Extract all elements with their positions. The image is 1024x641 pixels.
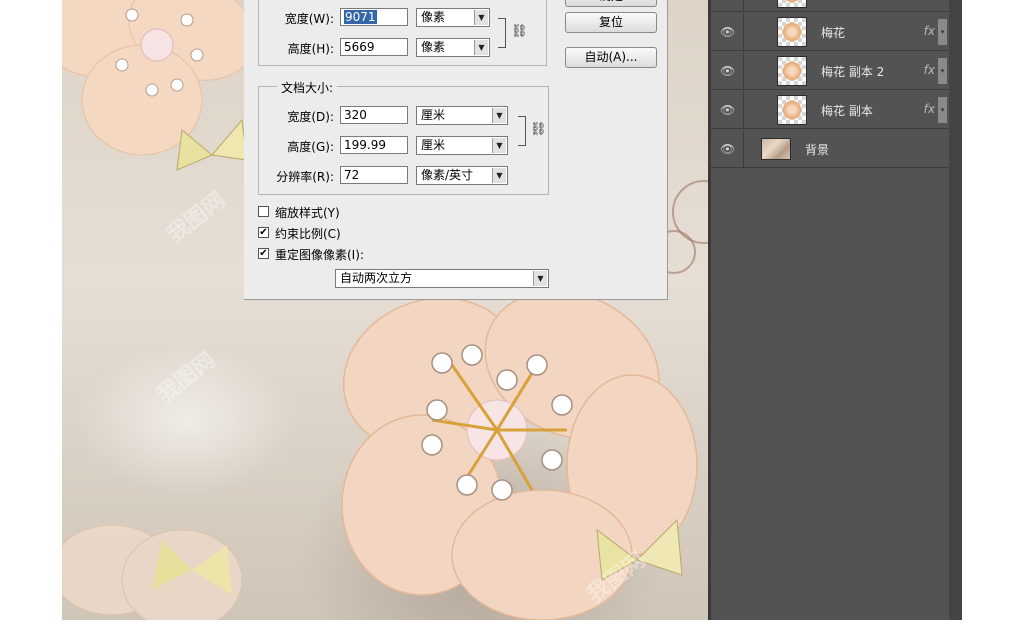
panel-scrollbar[interactable] <box>949 0 962 620</box>
constrain-bracket <box>498 18 506 48</box>
pixel-height-unit-select[interactable]: 像素 ▼ <box>416 38 490 57</box>
resolution-value: 72 <box>344 168 360 182</box>
layer-effects-icon[interactable]: fx <box>924 102 935 116</box>
layer-row-meihua[interactable]: 👁 梅花 fx ▾ <box>711 13 949 51</box>
layer-name[interactable]: 梅花 副本 2 <box>821 63 884 80</box>
layer-name[interactable]: 梅花 <box>821 24 845 41</box>
doc-height-input[interactable]: 199.99 <box>340 136 408 154</box>
pixel-width-input[interactable]: 9071 <box>340 8 408 26</box>
resolution-unit-select[interactable]: 像素/英寸 ▼ <box>416 166 508 185</box>
dropdown-arrow-icon: ▼ <box>492 168 506 183</box>
pixel-width-unit: 像素 <box>421 10 446 24</box>
resolution-input[interactable]: 72 <box>340 166 408 184</box>
doc-width-label: 宽度(D): <box>287 110 334 124</box>
layer-name[interactable]: 背景 <box>805 141 829 158</box>
eye-column-divider <box>743 91 744 129</box>
ok-button[interactable]: 确定 <box>565 0 657 7</box>
eye-column-divider <box>743 130 744 168</box>
layer-thumbnail <box>761 138 791 160</box>
resample-image-checkbox[interactable]: ✔ <box>258 248 269 259</box>
doc-width-unit: 厘米 <box>421 108 446 122</box>
resample-image-label: 重定图像像素(I): <box>275 248 364 262</box>
dropdown-arrow-icon: ▼ <box>474 10 488 25</box>
scale-styles-label: 缩放样式(Y) <box>275 206 340 220</box>
scale-styles-checkbox[interactable] <box>258 206 269 217</box>
link-chain-icon: ⛓ <box>511 24 528 39</box>
visibility-eye-icon[interactable]: 👁 <box>720 25 735 39</box>
doc-height-label: 高度(G): <box>287 140 334 154</box>
pixel-width-value: 9071 <box>344 10 377 24</box>
layer-effects-icon[interactable]: fx <box>924 24 935 38</box>
doc-width-value: 320 <box>344 108 367 122</box>
butterfly-artwork <box>176 118 248 171</box>
resample-method-value: 自动两次立方 <box>340 271 413 285</box>
auto-button[interactable]: 自动(A)... <box>565 47 657 68</box>
link-chain-icon: ⛓ <box>530 122 547 137</box>
layer-row-background[interactable]: 👁 背景 <box>711 130 949 168</box>
doc-height-unit: 厘米 <box>421 138 446 152</box>
doc-height-value: 199.99 <box>344 138 386 152</box>
eye-column-divider <box>743 52 744 90</box>
doc-width-input[interactable]: 320 <box>340 106 408 124</box>
constrain-proportions-label: 约束比例(C) <box>275 227 341 241</box>
layer-name[interactable]: 梅花 副本 <box>821 102 873 119</box>
dropdown-arrow-icon: ▼ <box>492 108 506 123</box>
reset-button[interactable]: 复位 <box>565 12 657 33</box>
resample-method-select[interactable]: 自动两次立方 ▼ <box>335 269 549 288</box>
image-size-dialog: 宽度(W): 9071 像素 ▼ 高度(H): 5669 像素 ▼ ⛓ 文档大小: … <box>244 0 668 300</box>
flower-artwork-bottom-left <box>62 524 243 620</box>
constrain-bracket <box>518 116 526 146</box>
dropdown-arrow-icon: ▼ <box>533 271 547 286</box>
resolution-label: 分辨率(R): <box>276 170 334 184</box>
resolution-unit: 像素/英寸 <box>421 168 474 182</box>
document-size-legend: 文档大小: <box>277 79 338 96</box>
expand-effects-arrow-icon[interactable]: ▾ <box>938 97 947 123</box>
pixel-width-unit-select[interactable]: 像素 ▼ <box>416 8 490 27</box>
layers-panel: 👁 梅花 fx ▾ 👁 梅花 副本 2 fx ▾ 👁 梅花 副本 fx ▾ 👁 … <box>711 0 949 620</box>
expand-effects-arrow-icon[interactable]: ▾ <box>938 19 947 45</box>
pixel-width-label: 宽度(W): <box>284 12 334 26</box>
layer-thumbnail <box>777 95 807 125</box>
visibility-eye-icon[interactable]: 👁 <box>720 142 735 156</box>
pixel-height-unit: 像素 <box>421 40 446 54</box>
layer-thumbnail <box>777 56 807 86</box>
pixel-height-input[interactable]: 5669 <box>340 38 408 56</box>
watermark-text: 我图网 <box>152 347 221 409</box>
constrain-proportions-checkbox[interactable]: ✔ <box>258 227 269 238</box>
expand-effects-arrow-icon[interactable]: ▾ <box>938 58 947 84</box>
eye-column-divider <box>743 13 744 51</box>
eye-column-divider <box>743 0 744 12</box>
dropdown-arrow-icon: ▼ <box>474 40 488 55</box>
doc-width-unit-select[interactable]: 厘米 ▼ <box>416 106 508 125</box>
butterfly-artwork-right <box>596 518 683 581</box>
layer-row-meihua-copy[interactable]: 👁 梅花 副本 fx ▾ <box>711 91 949 129</box>
dropdown-arrow-icon: ▼ <box>492 138 506 153</box>
visibility-eye-icon[interactable]: 👁 <box>720 64 735 78</box>
layer-row-partial[interactable] <box>711 0 949 12</box>
pixel-height-value: 5669 <box>344 40 375 54</box>
doc-height-unit-select[interactable]: 厘米 ▼ <box>416 136 508 155</box>
layer-row-meihua-copy2[interactable]: 👁 梅花 副本 2 fx ▾ <box>711 52 949 90</box>
layer-effects-icon[interactable]: fx <box>924 63 935 77</box>
layer-thumbnail <box>777 0 807 8</box>
pixel-height-label: 高度(H): <box>287 42 334 56</box>
visibility-eye-icon[interactable]: 👁 <box>720 103 735 117</box>
layer-thumbnail <box>777 17 807 47</box>
